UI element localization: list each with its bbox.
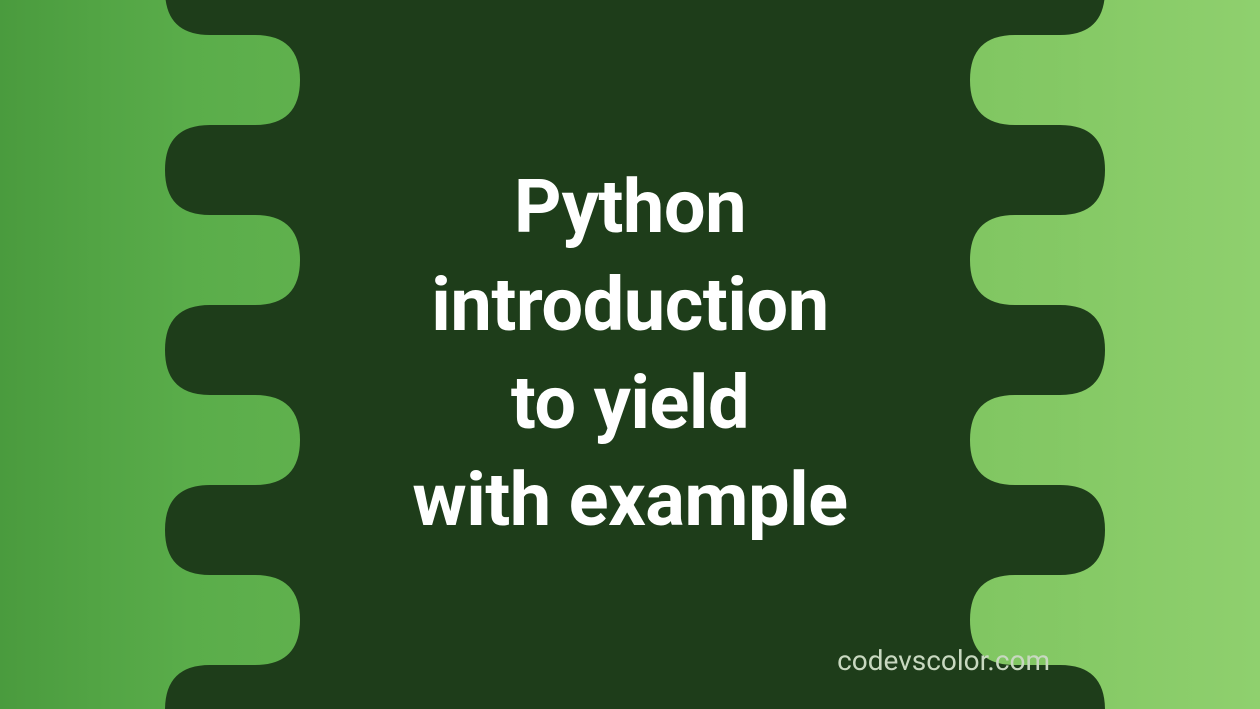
- title-line-1: Python: [514, 164, 746, 251]
- title-line-4: with example: [412, 457, 847, 544]
- watermark-text: codevscolor.com: [837, 644, 1050, 677]
- title-line-2: introduction: [431, 262, 828, 349]
- main-title: Python introduction to yield with exampl…: [412, 159, 847, 550]
- title-line-3: to yield: [511, 360, 749, 447]
- content-container: Python introduction to yield with exampl…: [0, 0, 1260, 709]
